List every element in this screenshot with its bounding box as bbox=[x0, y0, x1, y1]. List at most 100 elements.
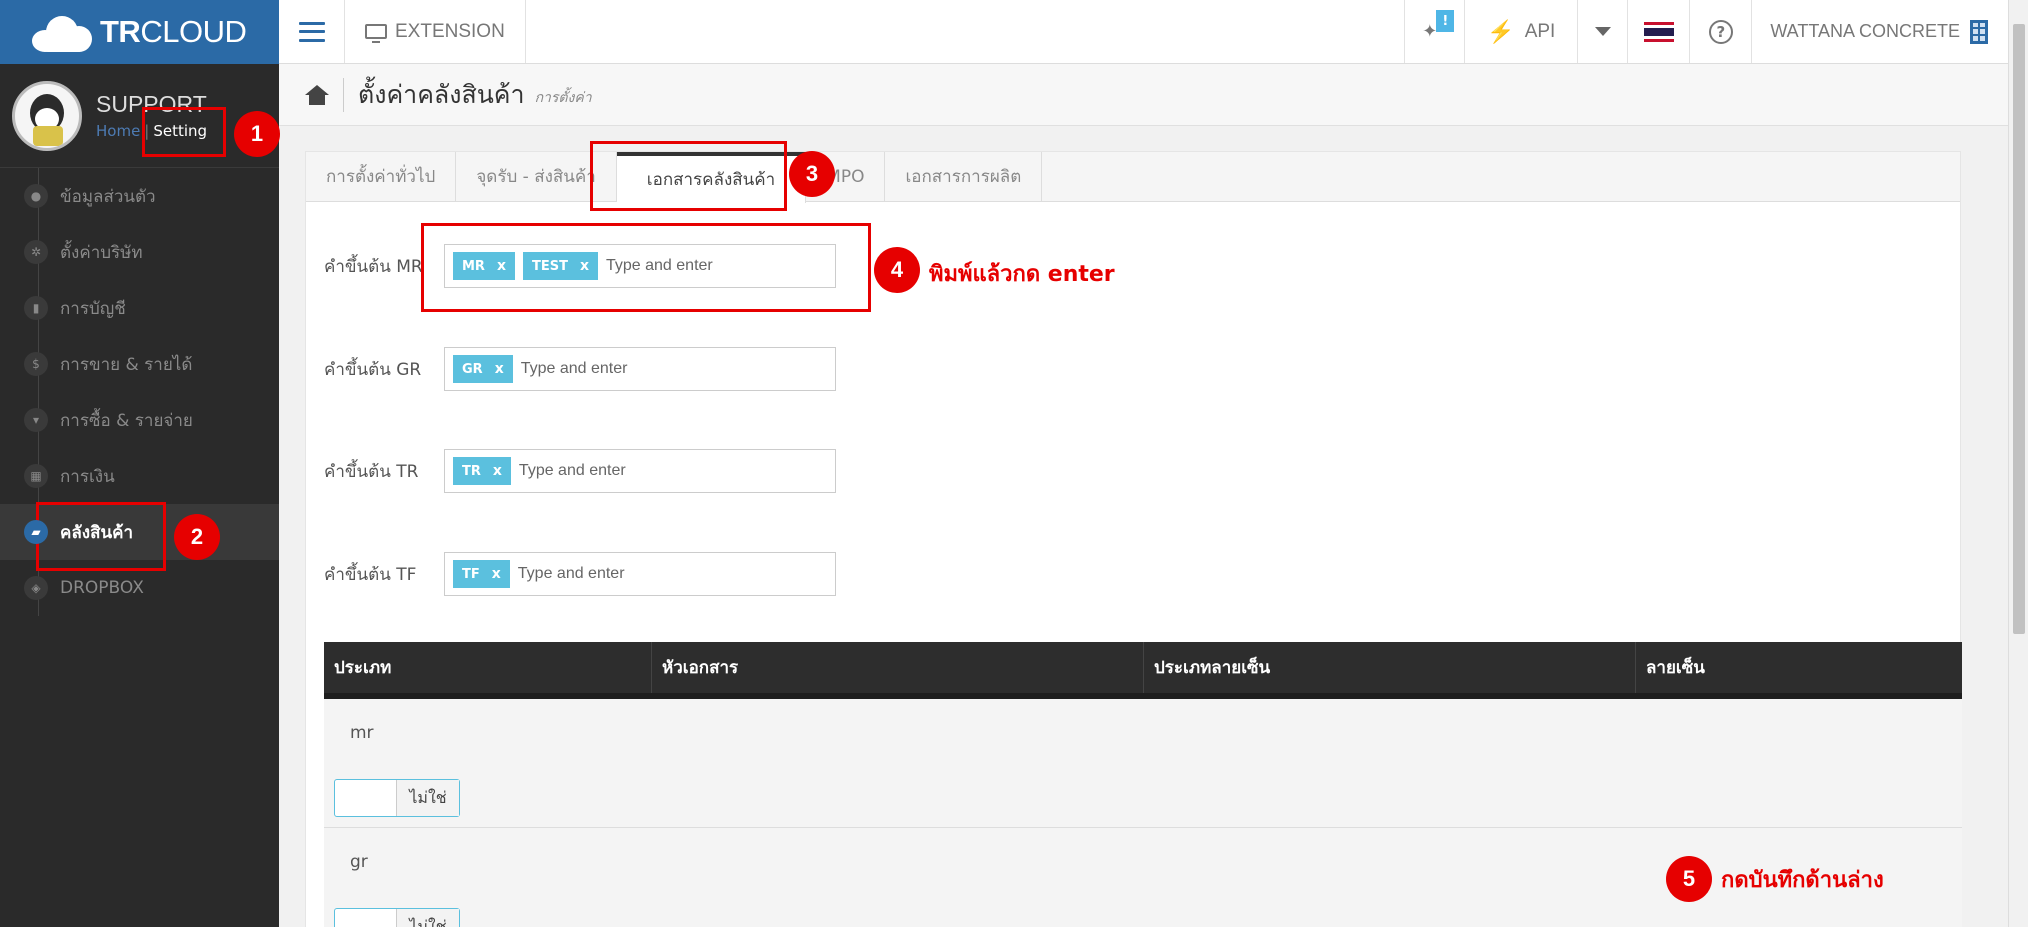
tag-remove-icon[interactable]: x bbox=[495, 361, 504, 377]
tag-remove-icon[interactable]: x bbox=[493, 463, 502, 479]
sidebar-item-label: การเงิน bbox=[60, 466, 115, 487]
tab-0[interactable]: การตั้งค่าทั่วไป bbox=[306, 152, 457, 201]
prefix-field-row: คำขึ้นต้น GR GR x Type and enter bbox=[324, 347, 836, 391]
sidebar-item-3[interactable]: $ การขาย & รายได้ bbox=[0, 336, 279, 392]
table-header: ประเภท หัวเอกสาร ประเภทลายเซ็น ลายเซ็น bbox=[324, 642, 1962, 699]
sidebar-item-label: การซื้อ & รายจ่าย bbox=[60, 410, 193, 431]
notification-button[interactable]: ✦ ! bbox=[1405, 0, 1466, 63]
home-link[interactable]: Home bbox=[96, 122, 140, 140]
scrollbar-thumb[interactable] bbox=[2013, 24, 2025, 634]
sidebar-item-4[interactable]: ▾ การซื้อ & รายจ่าย bbox=[0, 392, 279, 448]
page-title: ตั้งค่าคลังสินค้า bbox=[358, 79, 525, 109]
annotation-box-1 bbox=[142, 107, 226, 157]
toggle-label: ไม่ใช่ bbox=[397, 909, 459, 927]
tag-chip: TR x bbox=[453, 457, 511, 485]
notification-badge: ! bbox=[1436, 10, 1455, 32]
annotation-number-2: 2 bbox=[174, 514, 220, 560]
toggle-label: ไม่ใช่ bbox=[397, 780, 459, 816]
col-header-signature: ลายเซ็น bbox=[1646, 658, 1705, 678]
api-label: API bbox=[1524, 20, 1556, 42]
col-header-doc-title: หัวเอกสาร bbox=[652, 642, 1144, 693]
tag-chip: GR x bbox=[453, 355, 513, 383]
prefix-tag-input[interactable]: TR x Type and enter bbox=[444, 449, 836, 493]
top-bar: EXTENSION ✦ ! ⚡ API ? WATTANA CONCRETE bbox=[279, 0, 2008, 64]
dollar-icon: $ bbox=[24, 352, 48, 376]
dropbox-icon: ◈ bbox=[24, 576, 48, 600]
tag-label: TR bbox=[462, 463, 481, 479]
prefix-tag-input[interactable]: GR x Type and enter bbox=[444, 347, 836, 391]
annotation-number-1: 1 bbox=[234, 111, 280, 157]
tag-label: TF bbox=[462, 566, 480, 582]
annotation-note-5: กดบันทึกด้านล่าง bbox=[1721, 868, 1884, 893]
annotation-number-3: 3 bbox=[789, 151, 835, 197]
page-scrollbar[interactable] bbox=[2008, 0, 2028, 927]
company-name: WATTANA CONCRETE bbox=[1770, 21, 1960, 41]
dropdown-button[interactable] bbox=[1578, 0, 1629, 63]
avatar[interactable] bbox=[12, 80, 82, 151]
col-header-type: ประเภท bbox=[324, 642, 652, 693]
extension-button[interactable]: EXTENSION bbox=[345, 0, 526, 63]
prefix-field-row: คำขึ้นต้น TF TF x Type and enter bbox=[324, 552, 836, 596]
question-circle-icon: ? bbox=[1708, 19, 1733, 44]
annotation-note-4: พิมพ์แล้วกด enter bbox=[929, 262, 1115, 287]
table-row: gr ไม่ใช่ bbox=[324, 828, 1962, 927]
page-subtitle: การตั้งค่า bbox=[534, 89, 592, 106]
book-icon: ▮ bbox=[24, 296, 48, 320]
caret-down-icon bbox=[1594, 27, 1611, 36]
page-header: ตั้งค่าคลังสินค้า การตั้งค่า bbox=[279, 64, 2008, 126]
thai-flag-icon bbox=[1643, 21, 1674, 42]
sidebar-item-label: การขาย & รายได้ bbox=[60, 354, 193, 375]
party-icon: ✦ bbox=[1422, 21, 1438, 42]
tag-input-placeholder[interactable]: Type and enter bbox=[519, 462, 626, 480]
signature-toggle[interactable]: ไม่ใช่ bbox=[334, 779, 460, 817]
user-icon: ● bbox=[24, 184, 48, 208]
monitor-icon bbox=[365, 24, 387, 43]
annotation-box-4 bbox=[421, 223, 871, 312]
document-table: ประเภท หัวเอกสาร ประเภทลายเซ็น ลายเซ็น m… bbox=[324, 642, 1962, 927]
row-type: mr bbox=[350, 723, 374, 743]
prefix-label: คำขึ้นต้น TR bbox=[324, 461, 419, 482]
signature-toggle[interactable]: ไม่ใช่ bbox=[334, 908, 460, 927]
tab-4[interactable]: เอกสารการผลิต bbox=[885, 152, 1043, 201]
annotation-box-3 bbox=[590, 141, 787, 211]
prefix-field-row: คำขึ้นต้น TR TR x Type and enter bbox=[324, 449, 836, 493]
company-selector[interactable]: WATTANA CONCRETE bbox=[1752, 0, 2008, 63]
settings-tabs: การตั้งค่าทั่วไป จุดรับ - ส่งสินค้า เอกสาร… bbox=[306, 152, 1960, 203]
extension-label: EXTENSION bbox=[395, 20, 505, 42]
annotation-number-5: 5 bbox=[1666, 856, 1712, 902]
sidebar-item-0[interactable]: ● ข้อมูลส่วนตัว bbox=[0, 168, 279, 224]
tag-input-placeholder[interactable]: Type and enter bbox=[521, 360, 628, 378]
prefix-label: คำขึ้นต้น GR bbox=[324, 359, 422, 380]
sidebar-item-label: ตั้งค่าบริษัท bbox=[60, 242, 143, 263]
warehouse-icon: ▰ bbox=[24, 520, 48, 544]
sidebar-item-2[interactable]: ▮ การบัญชี bbox=[0, 280, 279, 336]
cloud-icon bbox=[30, 12, 94, 52]
col-header-signature-type: ประเภทลายเซ็น bbox=[1144, 642, 1636, 693]
cart-icon: ▾ bbox=[24, 408, 48, 432]
help-button[interactable]: ? bbox=[1690, 0, 1753, 63]
prefix-tag-input[interactable]: TF x Type and enter bbox=[444, 552, 836, 596]
sidebar-item-label: การบัญชี bbox=[60, 298, 126, 319]
sidebar-item-label: ข้อมูลส่วนตัว bbox=[60, 186, 156, 207]
sidebar-item-5[interactable]: ▦ การเงิน bbox=[0, 448, 279, 504]
annotation-box-2 bbox=[36, 502, 166, 571]
profile-panel: SUPPORT Home | Setting bbox=[0, 64, 279, 168]
hamburger-icon bbox=[298, 21, 325, 42]
tag-label: GR bbox=[462, 361, 483, 377]
tag-remove-icon[interactable]: x bbox=[492, 566, 501, 582]
row-type: gr bbox=[350, 852, 368, 872]
language-button[interactable] bbox=[1628, 0, 1691, 63]
home-icon[interactable] bbox=[305, 84, 329, 105]
gear-icon: ✲ bbox=[24, 240, 48, 264]
tag-input-placeholder[interactable]: Type and enter bbox=[518, 565, 625, 583]
annotation-number-4: 4 bbox=[874, 247, 920, 293]
sidebar-item-1[interactable]: ✲ ตั้งค่าบริษัท bbox=[0, 224, 279, 280]
prefix-label: คำขึ้นต้น TF bbox=[324, 564, 417, 585]
plug-icon: ⚡ bbox=[1487, 18, 1515, 44]
sidebar-item-label: DROPBOX bbox=[60, 578, 144, 598]
menu-toggle-button[interactable] bbox=[279, 0, 345, 63]
api-button[interactable]: ⚡ API bbox=[1465, 0, 1579, 63]
app-logo[interactable]: TRCLOUD bbox=[0, 0, 279, 64]
building-icon bbox=[1970, 19, 1988, 44]
logo-text: TRCLOUD bbox=[100, 14, 247, 49]
